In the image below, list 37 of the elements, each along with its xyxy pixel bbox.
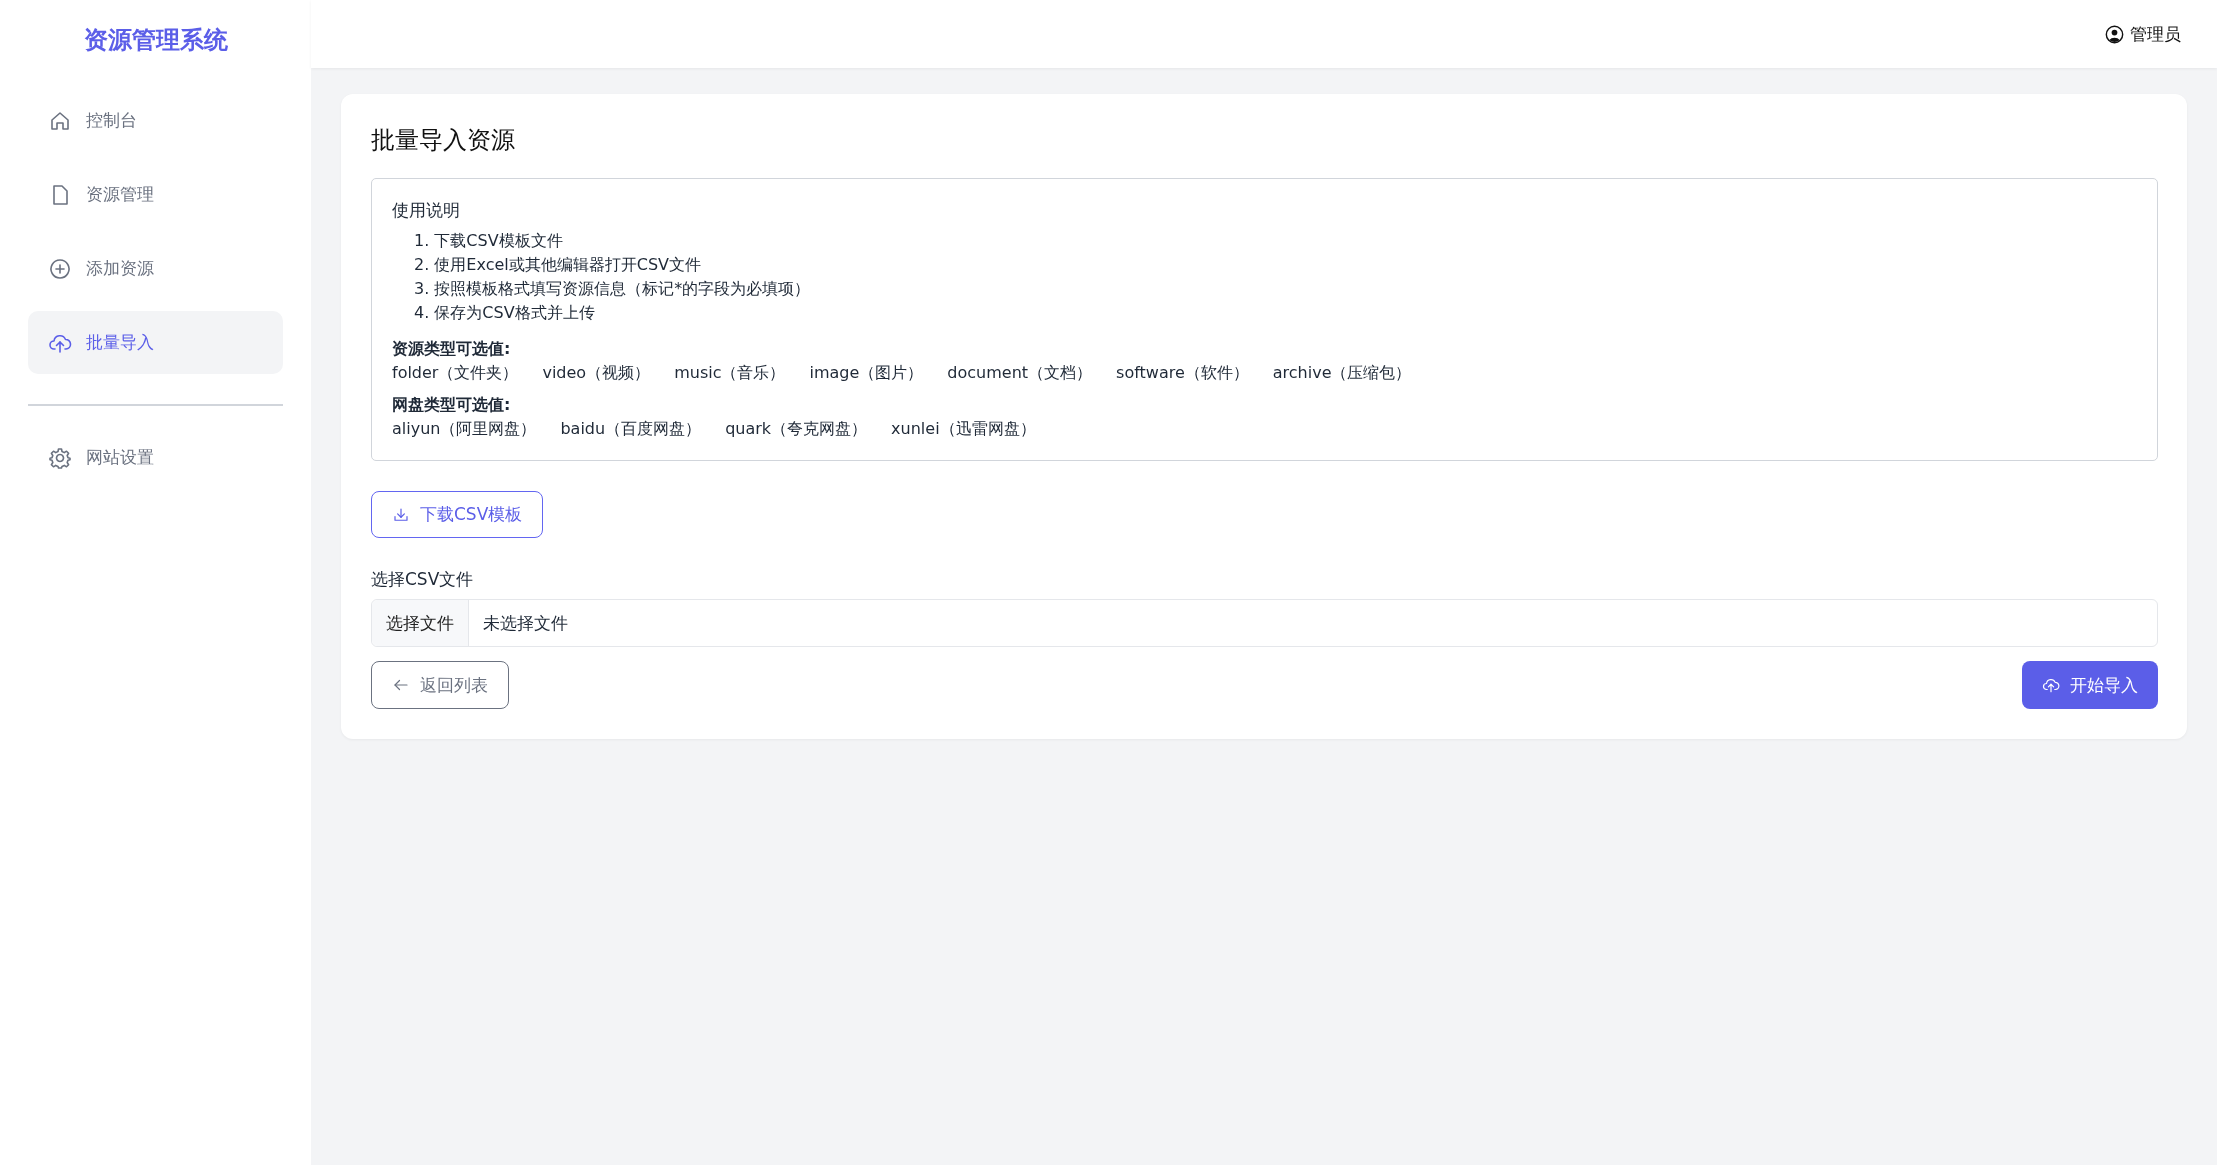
option-value: image（图片） — [809, 362, 924, 384]
option-value: folder（文件夹） — [392, 362, 519, 384]
instructions-title: 使用说明 — [392, 199, 461, 222]
instruction-step: 3. 按照模板格式填写资源信息（标记*的字段为必填项） — [414, 278, 2137, 300]
sidebar-item[interactable]: 资源管理 — [28, 163, 283, 226]
file-status: 未选择文件 — [482, 611, 569, 635]
option-value: xunlei（迅雷网盘） — [891, 418, 1036, 440]
sidebar-item[interactable]: 控制台 — [28, 89, 283, 152]
sidebar-item[interactable]: 网站设置 — [28, 426, 283, 489]
instruction-step: 2. 使用Excel或其他编辑器打开CSV文件 — [414, 254, 2137, 276]
option-heading: 网盘类型可选值: — [392, 394, 512, 416]
plus-circle-icon — [48, 256, 72, 281]
instruction-step: 1. 下载CSV模板文件 — [414, 230, 2137, 252]
option-value: document（文档） — [947, 362, 1093, 384]
app-logo: 资源管理系统 — [82, 25, 229, 56]
option-value: aliyun（阿里网盘） — [392, 418, 537, 440]
back-button[interactable]: 返回列表 — [371, 661, 509, 709]
option-value: archive（压缩包） — [1272, 362, 1412, 384]
user-menu[interactable]: 管理员 — [2105, 22, 2181, 46]
file-input[interactable]: 选择文件 未选择文件 — [371, 599, 2158, 647]
sidebar-item[interactable]: 添加资源 — [28, 237, 283, 300]
instruction-step: 4. 保存为CSV格式并上传 — [414, 302, 2137, 324]
option-value: quark（夸克网盘） — [725, 418, 868, 440]
choose-file-button[interactable]: 选择文件 — [372, 600, 469, 646]
option-value: software（软件） — [1116, 362, 1249, 384]
sidebar-item[interactable]: 批量导入 — [28, 311, 283, 374]
page-title: 批量导入资源 — [371, 125, 516, 156]
option-value: video（视频） — [542, 362, 651, 384]
download-template-button[interactable]: 下载CSV模板 — [371, 491, 544, 538]
user-avatar-icon — [2105, 24, 2124, 44]
start-import-button[interactable]: 开始导入 — [2022, 661, 2158, 709]
cloud-upload-icon — [2042, 676, 2060, 694]
option-heading: 资源类型可选值: — [392, 338, 512, 360]
option-value: music（音乐） — [674, 362, 786, 384]
field-label: 选择CSV文件 — [371, 568, 475, 591]
option-value: baidu（百度网盘） — [560, 418, 702, 440]
settings-icon — [48, 445, 72, 470]
